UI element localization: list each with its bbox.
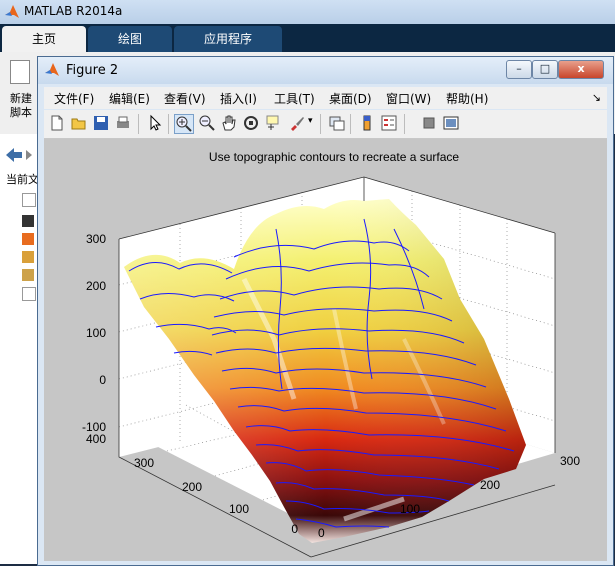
tab-home[interactable]: 主页 — [2, 26, 86, 52]
z-tick-label: 200 — [86, 279, 106, 293]
y-tick-label: 100 — [229, 502, 249, 516]
toolbar-separator — [168, 114, 169, 134]
file-icon[interactable] — [22, 287, 36, 301]
link-plot-icon[interactable] — [328, 114, 346, 132]
menu-view[interactable]: 查看(V) — [164, 90, 206, 107]
brush-dropdown-icon[interactable]: ▾ — [308, 116, 313, 126]
open-file-icon[interactable] — [70, 114, 88, 132]
new-script-button[interactable]: 新建 脚本 — [10, 92, 34, 120]
file-icon[interactable] — [22, 269, 34, 281]
x-tick-label: 100 — [400, 502, 420, 516]
y-tick-label: 200 — [182, 480, 202, 494]
matlab-titlebar: MATLAB R2014a — [0, 0, 615, 24]
figure-toolbar: ▾ — [44, 110, 607, 139]
menu-help[interactable]: 帮助(H) — [446, 90, 488, 107]
rotate-3d-icon[interactable] — [242, 114, 260, 132]
toolbar-separator — [138, 114, 139, 134]
tab-apps[interactable]: 应用程序 — [174, 26, 282, 52]
pan-icon[interactable] — [220, 114, 238, 132]
maximize-button[interactable]: □ — [532, 60, 558, 79]
menu-file[interactable]: 文件(F) — [54, 90, 94, 107]
menu-window[interactable]: 窗口(W) — [386, 90, 431, 107]
figure-title: Figure 2 — [66, 63, 119, 78]
menu-tools[interactable]: 工具(T) — [274, 90, 315, 107]
file-icon[interactable] — [22, 251, 34, 263]
tab-plots[interactable]: 绘图 — [88, 26, 172, 52]
show-plot-tools-icon[interactable] — [442, 114, 460, 132]
toolbar-separator — [320, 114, 321, 134]
figure-window: Figure 2 – □ x 文件(F) 编辑(E) 查看(V) 插入(I) 工… — [37, 56, 614, 566]
figure-canvas[interactable]: Use topographic contours to recreate a s… — [44, 139, 607, 561]
menu-edit[interactable]: 编辑(E) — [109, 90, 150, 107]
zoom-in-icon[interactable] — [174, 114, 194, 134]
file-icon[interactable] — [22, 215, 34, 227]
menu-desktop[interactable]: 桌面(D) — [329, 90, 372, 107]
minimize-button[interactable]: – — [506, 60, 532, 79]
y-tick-label: 300 — [134, 456, 154, 470]
z-tick-label: 0 — [99, 373, 106, 387]
z-axis-ticks: 300 200 100 0 -100 — [82, 232, 106, 434]
menubar-dock-arrow-icon[interactable]: ↘ — [592, 91, 601, 104]
brush-icon[interactable] — [288, 114, 306, 132]
y-tick-label: 0 — [291, 522, 298, 536]
new-figure-icon[interactable] — [48, 114, 66, 132]
close-button[interactable]: x — [558, 60, 604, 79]
z-tick-label: 100 — [86, 326, 106, 340]
save-icon[interactable] — [92, 114, 110, 132]
matlab-logo-icon — [5, 5, 19, 18]
zoom-out-icon[interactable] — [198, 114, 216, 132]
print-icon[interactable] — [114, 114, 132, 132]
back-arrow-icon[interactable] — [4, 146, 34, 164]
y-tick-label: 400 — [86, 432, 106, 446]
hide-plot-tools-icon[interactable] — [420, 114, 438, 132]
x-tick-label: 300 — [560, 454, 580, 468]
figure-titlebar[interactable]: Figure 2 – □ x — [38, 57, 613, 84]
toolbar-separator — [404, 114, 405, 134]
legend-icon[interactable] — [380, 114, 398, 132]
menu-insert[interactable]: 插入(I) — [220, 90, 257, 107]
file-icon[interactable] — [22, 233, 34, 245]
data-cursor-icon[interactable] — [264, 114, 282, 132]
x-tick-label: 0 — [318, 526, 325, 540]
current-folder-label: 当前文 — [6, 173, 39, 186]
colorbar-icon[interactable] — [358, 114, 376, 132]
pointer-icon[interactable] — [146, 114, 164, 132]
matlab-window-title: MATLAB R2014a — [24, 4, 123, 18]
file-icon[interactable] — [22, 193, 36, 207]
matlab-logo-icon — [45, 63, 59, 76]
surface-plot[interactable]: Use topographic contours to recreate a s… — [44, 139, 607, 561]
x-tick-label: 200 — [480, 478, 500, 492]
new-script-icon[interactable] — [10, 60, 30, 84]
toolbar-separator — [350, 114, 351, 134]
ribbon-tab-bar: 主页 绘图 应用程序 — [0, 24, 615, 52]
figure-menubar: 文件(F) 编辑(E) 查看(V) 插入(I) 工具(T) 桌面(D) 窗口(W… — [44, 87, 607, 109]
z-tick-label: 300 — [86, 232, 106, 246]
chart-title: Use topographic contours to recreate a s… — [209, 150, 459, 164]
